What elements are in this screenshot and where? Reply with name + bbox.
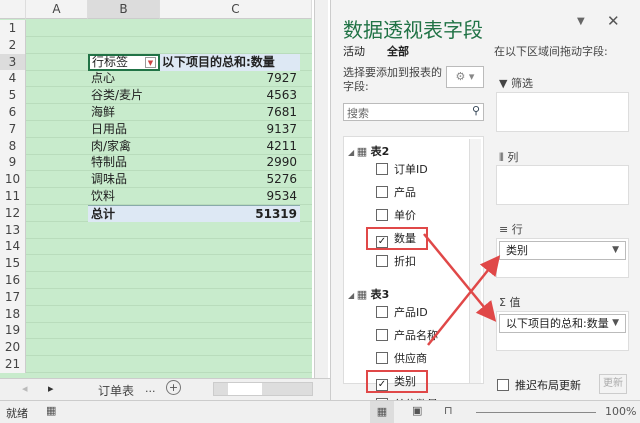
scroll-thumb[interactable] [228, 383, 262, 395]
page-layout-icon[interactable]: ▣ [412, 404, 422, 417]
macro-record-icon[interactable]: ▦ [46, 404, 56, 417]
arrow-to-rows [427, 255, 501, 346]
status-bar: 就绪 ▦ ▦ ▣ ⊓ 100% [0, 400, 640, 423]
status-ready: 就绪 [6, 407, 28, 420]
add-sheet-icon[interactable]: + [166, 380, 181, 395]
more-sheets-button[interactable]: ... [145, 382, 156, 395]
annotation-arrows [423, 233, 501, 346]
sheet-tab-bar: ◂ ▸ 订单表 ... + [0, 378, 330, 400]
prev-sheet-icon[interactable]: ◂ [22, 382, 28, 395]
zoom-level[interactable]: 100% [605, 405, 636, 418]
horizontal-scrollbar[interactable] [213, 382, 313, 396]
page-break-icon[interactable]: ⊓ [444, 404, 453, 417]
sheet-tab[interactable]: 订单表 [98, 382, 134, 399]
zoom-slider[interactable] [476, 412, 596, 413]
normal-view-icon[interactable]: ▦ [370, 401, 394, 423]
next-sheet-icon[interactable]: ▸ [48, 382, 54, 395]
